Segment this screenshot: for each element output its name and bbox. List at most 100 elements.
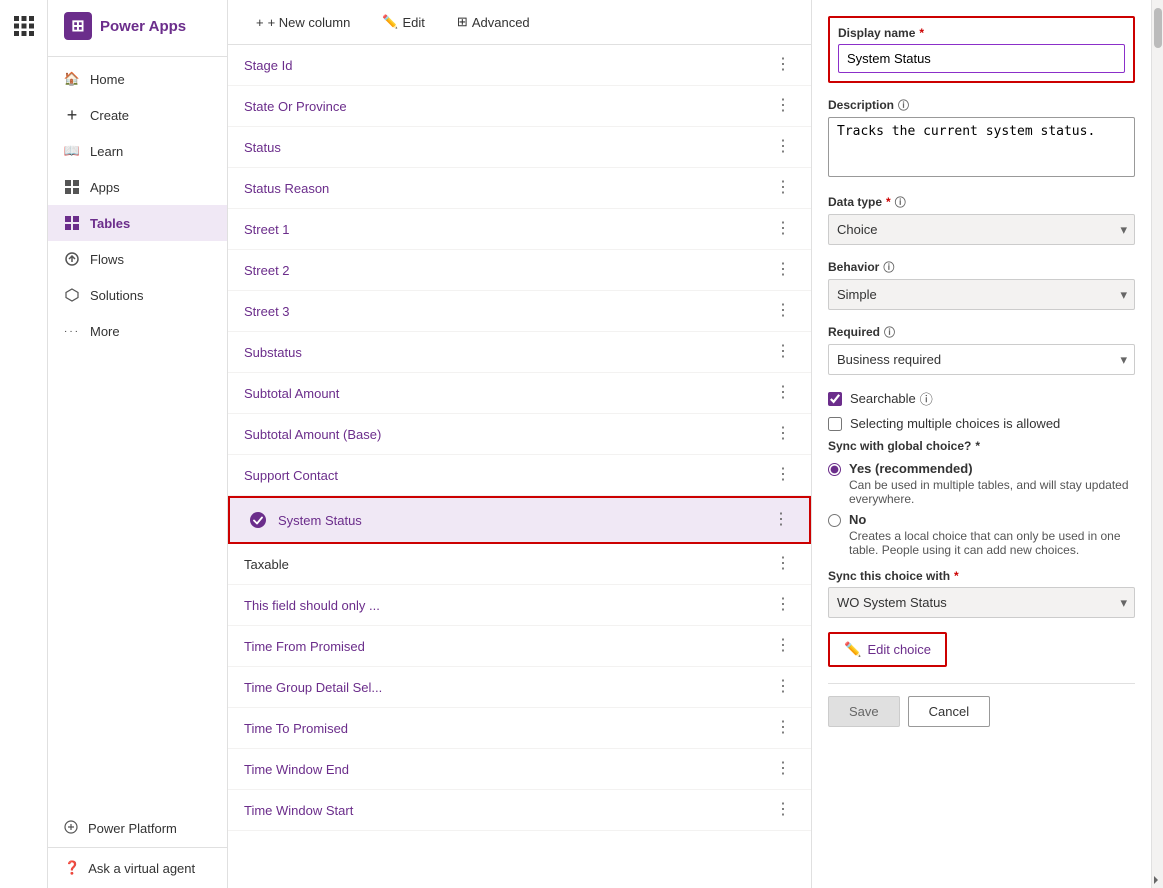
list-item-more-icon[interactable]: ⋮ <box>771 636 795 656</box>
list-item[interactable]: State Or Province ⋮ <box>228 86 811 127</box>
list-item[interactable]: Status ⋮ <box>228 127 811 168</box>
list-item-more-icon[interactable]: ⋮ <box>771 342 795 362</box>
list-item[interactable]: Status Reason ⋮ <box>228 168 811 209</box>
list-item-name: Street 2 <box>244 263 771 278</box>
edit-choice-pencil-icon: ✏️ <box>844 641 861 658</box>
display-name-group: Display name * <box>828 16 1135 83</box>
list-item-more-icon[interactable]: ⋮ <box>771 800 795 820</box>
ask-agent-icon: ❓ <box>64 860 80 876</box>
list-item-name: Time To Promised <box>244 721 771 736</box>
edit-button[interactable]: ✏️ Edit <box>370 8 437 36</box>
sidebar-item-power-platform[interactable]: Power Platform <box>48 810 227 847</box>
display-name-input[interactable] <box>838 44 1125 73</box>
new-column-icon: + <box>256 15 264 30</box>
ask-agent-label: Ask a virtual agent <box>88 861 195 876</box>
sidebar-label-learn: Learn <box>90 144 123 159</box>
list-item-more-icon[interactable]: ⋮ <box>769 510 793 530</box>
list-item-more-icon[interactable]: ⋮ <box>771 424 795 444</box>
data-type-select[interactable]: Choice <box>828 214 1135 245</box>
sidebar-item-more[interactable]: ··· More <box>48 313 227 349</box>
sidebar-label-home: Home <box>90 72 125 87</box>
scroll-down-arrow[interactable] <box>1154 876 1162 884</box>
waffle-menu-icon[interactable] <box>6 8 42 44</box>
behavior-select[interactable]: Simple <box>828 279 1135 310</box>
column-list: Stage Id ⋮ State Or Province ⋮ Status ⋮ … <box>228 45 811 888</box>
panel-footer: Save Cancel <box>828 683 1135 727</box>
sync-choice-select[interactable]: WO System Status <box>828 587 1135 618</box>
list-item[interactable]: Time Group Detail Sel... ⋮ <box>228 667 811 708</box>
sidebar-item-apps[interactable]: Apps <box>48 169 227 205</box>
multiple-choices-row: Selecting multiple choices is allowed <box>828 416 1135 431</box>
list-item-more-icon[interactable]: ⋮ <box>771 595 795 615</box>
list-item-more-icon[interactable]: ⋮ <box>771 178 795 198</box>
list-item-more-icon[interactable]: ⋮ <box>771 260 795 280</box>
list-item[interactable]: Time Window End ⋮ <box>228 749 811 790</box>
sidebar-item-tables[interactable]: Tables <box>48 205 227 241</box>
sidebar-label-apps: Apps <box>90 180 120 195</box>
sync-choice-label: Sync this choice with * <box>828 569 1135 583</box>
edit-choice-button[interactable]: ✏️ Edit choice <box>828 632 947 667</box>
edit-label: Edit <box>403 15 425 30</box>
scrollbar-thumb[interactable] <box>1154 8 1162 48</box>
list-item[interactable]: Street 3 ⋮ <box>228 291 811 332</box>
new-column-button[interactable]: + + New column <box>244 9 362 36</box>
searchable-checkbox[interactable] <box>828 392 842 406</box>
multiple-choices-checkbox[interactable] <box>828 417 842 431</box>
new-column-label: + New column <box>268 15 351 30</box>
list-item-more-icon[interactable]: ⋮ <box>771 383 795 403</box>
behavior-label: Behavior ⓘ <box>828 259 1135 275</box>
list-item[interactable]: Time Window Start ⋮ <box>228 790 811 831</box>
list-item-more-icon[interactable]: ⋮ <box>771 759 795 779</box>
sync-choice-group: Sync this choice with * WO System Status… <box>828 569 1135 618</box>
required-select[interactable]: Business required Optional System requir… <box>828 344 1135 375</box>
sidebar-item-create[interactable]: + Create <box>48 97 227 133</box>
list-item[interactable]: Street 2 ⋮ <box>228 250 811 291</box>
list-item-name: Time Group Detail Sel... <box>244 680 771 695</box>
scrollbar[interactable] <box>1151 0 1163 888</box>
advanced-button[interactable]: ⊞ Advanced <box>445 8 542 36</box>
list-item-more-icon[interactable]: ⋮ <box>771 219 795 239</box>
list-item-more-icon[interactable]: ⋮ <box>771 718 795 738</box>
app-title-text: Power Apps <box>100 18 186 35</box>
list-item[interactable]: Subtotal Amount (Base) ⋮ <box>228 414 811 455</box>
list-item[interactable]: Time From Promised ⋮ <box>228 626 811 667</box>
description-textarea[interactable]: Tracks the current system status. <box>828 117 1135 177</box>
list-item[interactable]: Substatus ⋮ <box>228 332 811 373</box>
list-item-name: Taxable <box>244 557 771 572</box>
list-item-more-icon[interactable]: ⋮ <box>771 55 795 75</box>
list-item[interactable]: Street 1 ⋮ <box>228 209 811 250</box>
sync-no-label: No <box>849 512 1135 527</box>
list-item-more-icon[interactable]: ⋮ <box>771 554 795 574</box>
save-button[interactable]: Save <box>828 696 900 727</box>
list-item-selected[interactable]: System Status ⋮ <box>228 496 811 544</box>
cancel-button[interactable]: Cancel <box>908 696 990 727</box>
required-info-icon: ⓘ <box>884 324 895 340</box>
app-title: ⊞ Power Apps <box>48 0 227 52</box>
sidebar-label-solutions: Solutions <box>90 288 143 303</box>
list-item-more-icon[interactable]: ⋮ <box>771 677 795 697</box>
data-type-info-icon: ⓘ <box>895 194 906 210</box>
list-item-more-icon[interactable]: ⋮ <box>771 96 795 116</box>
left-nav <box>0 0 48 888</box>
list-item[interactable]: Time To Promised ⋮ <box>228 708 811 749</box>
list-item-more-icon[interactable]: ⋮ <box>771 137 795 157</box>
list-item-name: Stage Id <box>244 58 771 73</box>
sidebar-item-solutions[interactable]: Solutions <box>48 277 227 313</box>
list-item-more-icon[interactable]: ⋮ <box>771 301 795 321</box>
sidebar-item-home[interactable]: 🏠 Home <box>48 61 227 97</box>
sync-yes-label: Yes (recommended) <box>849 461 1135 476</box>
sync-yes-radio[interactable] <box>828 463 841 476</box>
sidebar-item-ask-agent[interactable]: ❓ Ask a virtual agent <box>48 847 227 888</box>
list-item[interactable]: Support Contact ⋮ <box>228 455 811 496</box>
list-item[interactable]: Stage Id ⋮ <box>228 45 811 86</box>
list-item-name: Time Window End <box>244 762 771 777</box>
sync-choice-select-wrapper: WO System Status ▾ <box>828 587 1135 618</box>
list-item[interactable]: Subtotal Amount ⋮ <box>228 373 811 414</box>
list-item-more-icon[interactable]: ⋮ <box>771 465 795 485</box>
sidebar-item-flows[interactable]: Flows <box>48 241 227 277</box>
sidebar-item-learn[interactable]: 📖 Learn <box>48 133 227 169</box>
sync-no-radio[interactable] <box>828 514 841 527</box>
list-item[interactable]: This field should only ... ⋮ <box>228 585 811 626</box>
behavior-info-icon: ⓘ <box>883 259 894 275</box>
list-item[interactable]: Taxable ⋮ <box>228 544 811 585</box>
